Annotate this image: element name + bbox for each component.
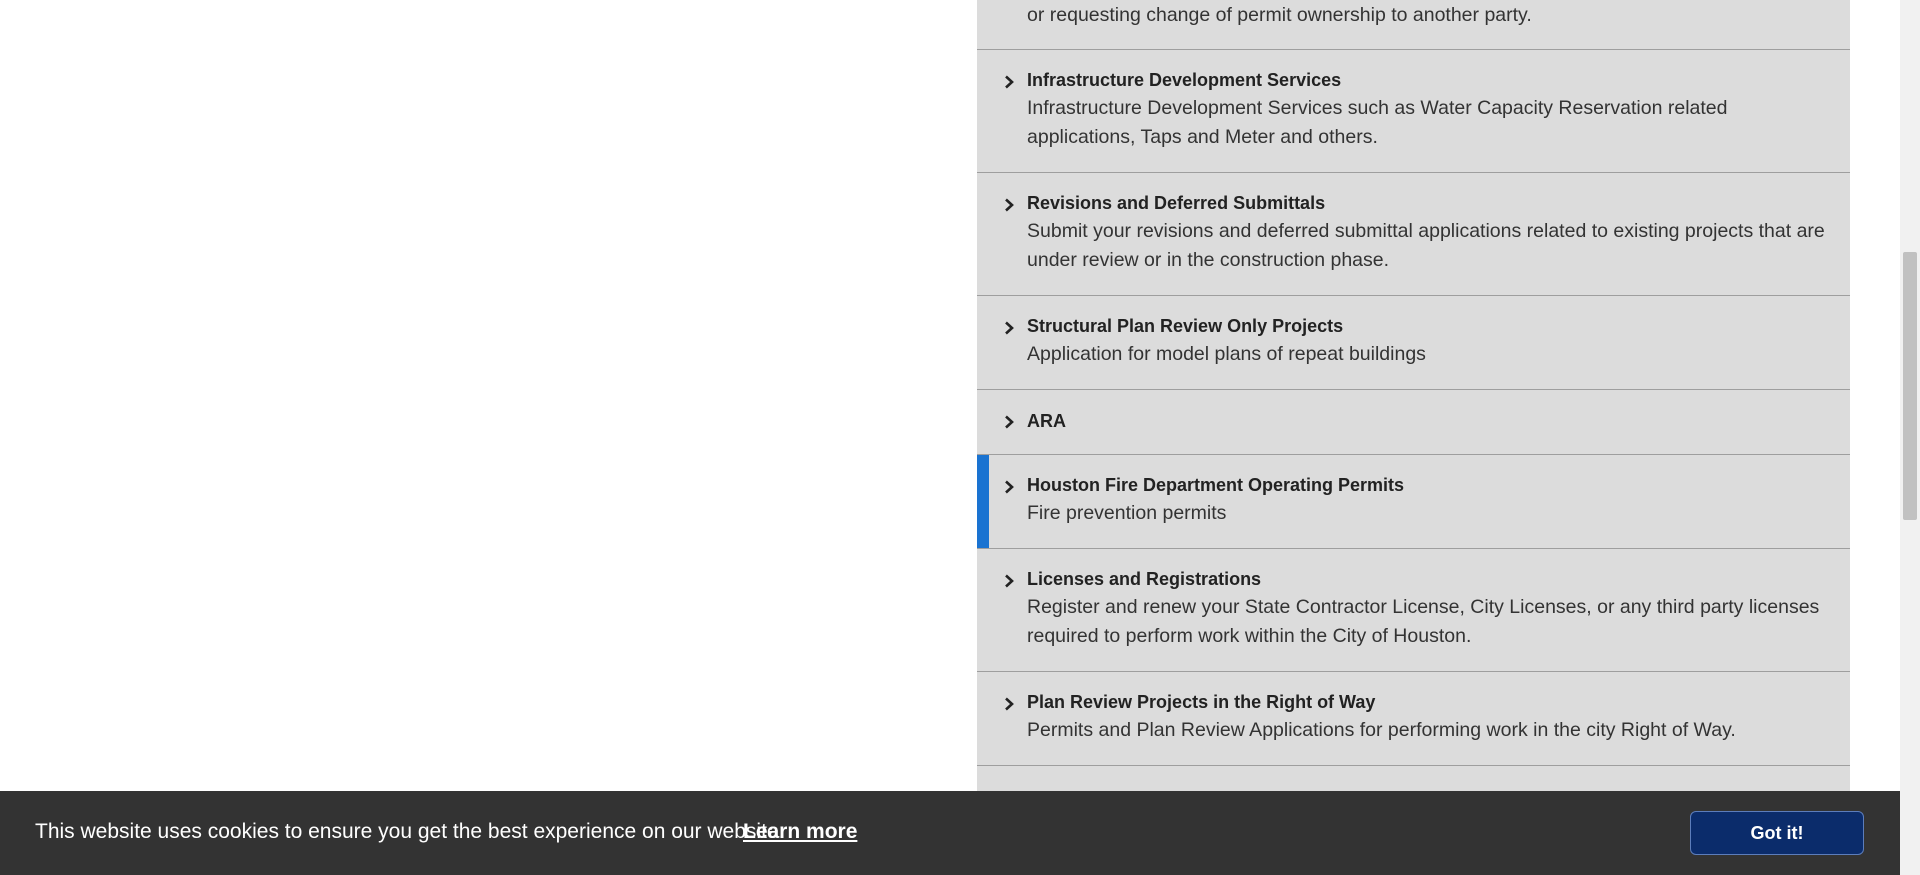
list-item-infrastructure-development-services[interactable]: Infrastructure Development Services Infr… xyxy=(977,50,1850,173)
item-description-line: applications, Taps and Meter and others. xyxy=(1027,126,1378,148)
list-item-houston-fire-department-permits[interactable]: Houston Fire Department Operating Permit… xyxy=(977,455,1850,549)
chevron-right-icon xyxy=(1002,697,1016,711)
item-description: Fire prevention permits xyxy=(1027,502,1227,524)
chevron-right-icon xyxy=(1002,75,1016,89)
list-item-partial[interactable]: or requesting change of permit ownership… xyxy=(977,0,1850,50)
item-description: Submit your revisions and deferred submi… xyxy=(1027,217,1827,275)
list-item-plan-review-right-of-way[interactable]: Plan Review Projects in the Right of Way… xyxy=(977,672,1850,766)
item-description: Permits and Plan Review Applications for… xyxy=(1027,719,1736,741)
item-description-line: Submit your revisions and deferred submi… xyxy=(1027,220,1825,242)
item-description-line: Register and renew your State Contractor… xyxy=(1027,596,1820,618)
item-description: or requesting change of permit ownership… xyxy=(1027,4,1532,26)
list-item-revisions-deferred-submittals[interactable]: Revisions and Deferred Submittals Submit… xyxy=(977,173,1850,296)
content-blank-area xyxy=(0,0,977,875)
item-title: Revisions and Deferred Submittals xyxy=(1027,193,1326,213)
service-list: or requesting change of permit ownership… xyxy=(977,0,1850,875)
item-description-line: Infrastructure Development Services such… xyxy=(1027,97,1728,119)
page: or requesting change of permit ownership… xyxy=(0,0,1920,875)
item-title: Infrastructure Development Services xyxy=(1027,70,1342,90)
chevron-right-icon xyxy=(1002,321,1016,335)
item-title: Structural Plan Review Only Projects xyxy=(1027,316,1344,336)
item-description-line: required to perform work within the City… xyxy=(1027,625,1472,647)
item-title: Houston Fire Department Operating Permit… xyxy=(1027,475,1405,495)
chevron-right-icon xyxy=(1002,480,1016,494)
cookie-consent-banner: This website uses cookies to ensure you … xyxy=(0,791,1900,875)
list-item-structural-plan-review[interactable]: Structural Plan Review Only Projects App… xyxy=(977,296,1850,390)
item-title: Licenses and Registrations xyxy=(1027,569,1262,589)
chevron-right-icon xyxy=(1002,415,1016,429)
accept-cookies-button[interactable]: Got it! xyxy=(1690,811,1864,855)
item-description-line: under review or in the construction phas… xyxy=(1027,249,1390,271)
list-item-ara[interactable]: ARA xyxy=(977,390,1850,455)
item-title: ARA xyxy=(1027,411,1066,431)
scrollbar-thumb[interactable] xyxy=(1903,252,1917,520)
item-title: Plan Review Projects in the Right of Way xyxy=(1027,692,1376,712)
item-description: Register and renew your State Contractor… xyxy=(1027,593,1827,651)
page-scrollbar[interactable] xyxy=(1900,0,1920,875)
learn-more-link[interactable]: Learn more xyxy=(743,820,857,844)
list-item-licenses-registrations[interactable]: Licenses and Registrations Register and … xyxy=(977,549,1850,672)
item-description: Infrastructure Development Services such… xyxy=(1027,94,1827,152)
item-description: Application for model plans of repeat bu… xyxy=(1027,343,1426,365)
chevron-right-icon xyxy=(1002,574,1016,588)
cookie-message: This website uses cookies to ensure you … xyxy=(35,820,785,843)
chevron-right-icon xyxy=(1002,198,1016,212)
